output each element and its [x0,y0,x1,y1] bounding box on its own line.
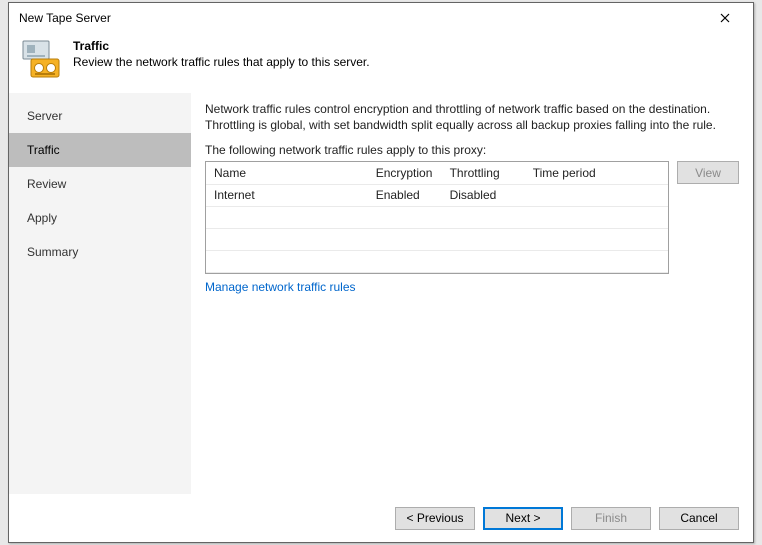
previous-button[interactable]: < Previous [395,507,475,530]
close-icon [720,10,730,26]
table-row-empty [206,206,668,228]
table-row-empty [206,250,668,272]
col-name: Name [206,162,368,184]
sidebar-item-label: Traffic [27,143,60,157]
wizard-main: Network traffic rules control encryption… [191,93,753,494]
titlebar: New Tape Server [9,3,753,33]
table-caption: The following network traffic rules appl… [205,143,739,157]
sidebar-item-traffic[interactable]: Traffic [9,133,191,167]
col-throttling: Throttling [442,162,525,184]
wizard-footer: < Previous Next > Finish Cancel [9,494,753,542]
col-time-period: Time period [525,162,668,184]
wizard-sidebar: Server Traffic Review Apply Summary [9,93,191,494]
cell-name: Internet [206,184,368,206]
sidebar-item-label: Apply [27,211,57,225]
header-text: Traffic Review the network traffic rules… [73,39,370,69]
rules-grid[interactable]: Name Encryption Throttling Time period I… [205,161,669,274]
manage-rules-link[interactable]: Manage network traffic rules [205,280,356,294]
sidebar-item-apply[interactable]: Apply [9,201,191,235]
dialog-window: New Tape Server Traffic Review the netwo… [8,2,754,543]
wizard-body: Server Traffic Review Apply Summary Netw… [9,93,753,494]
cancel-button[interactable]: Cancel [659,507,739,530]
cell-time-period [525,184,668,206]
cell-encryption: Enabled [368,184,442,206]
rules-table-row: Name Encryption Throttling Time period I… [205,161,739,274]
sidebar-item-review[interactable]: Review [9,167,191,201]
table-row-empty [206,228,668,250]
window-title: New Tape Server [19,11,111,25]
close-button[interactable] [705,4,745,32]
finish-button[interactable]: Finish [571,507,651,530]
table-row[interactable]: Internet Enabled Disabled [206,184,668,206]
sidebar-item-server[interactable]: Server [9,99,191,133]
page-title: Traffic [73,39,370,53]
tape-server-icon [21,39,61,79]
next-button[interactable]: Next > [483,507,563,530]
wizard-header: Traffic Review the network traffic rules… [9,33,753,93]
sidebar-item-label: Summary [27,245,78,259]
view-button[interactable]: View [677,161,739,184]
col-encryption: Encryption [368,162,442,184]
sidebar-item-summary[interactable]: Summary [9,235,191,269]
side-buttons: View [677,161,739,274]
table-header-row: Name Encryption Throttling Time period [206,162,668,184]
page-subtitle: Review the network traffic rules that ap… [73,55,370,69]
description-text: Network traffic rules control encryption… [205,101,739,133]
cell-throttling: Disabled [442,184,525,206]
sidebar-item-label: Review [27,177,66,191]
sidebar-item-label: Server [27,109,62,123]
